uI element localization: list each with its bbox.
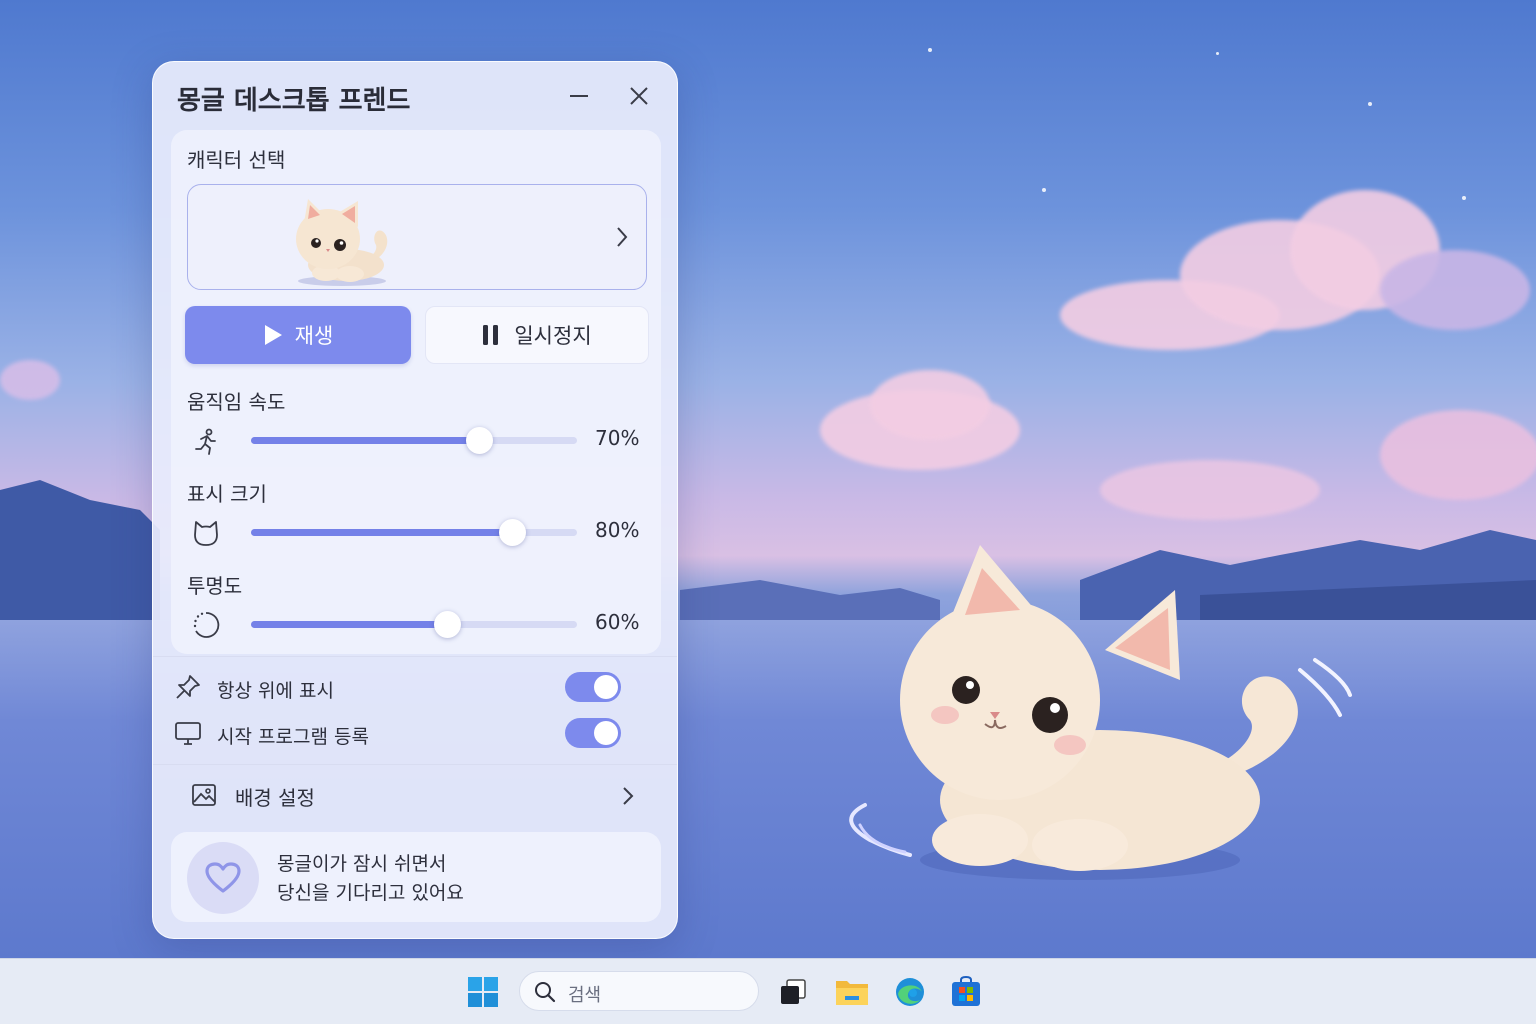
image-icon (192, 784, 216, 806)
character-thumbnail (296, 199, 388, 286)
size-slider-row: 80% (171, 512, 661, 552)
file-explorer-icon (836, 981, 868, 1005)
start-button[interactable] (463, 972, 503, 1012)
pause-button[interactable]: 일시정지 (425, 306, 649, 364)
cat-face-icon (189, 516, 223, 550)
toggle-knob (594, 675, 618, 699)
minimize-icon (570, 95, 588, 97)
divider (153, 764, 677, 765)
store-icon (952, 976, 980, 1006)
slider-thumb[interactable] (433, 611, 461, 638)
opacity-slider-row: 60% (171, 604, 661, 644)
taskbar: 검색 (0, 958, 1536, 1024)
startup-toggle[interactable] (565, 718, 621, 748)
speed-value: 70% (595, 426, 640, 450)
task-view-button[interactable] (773, 972, 813, 1012)
character-section-label: 캐릭터 선택 (187, 148, 286, 172)
monitor-icon (175, 722, 201, 745)
slider-fill (251, 529, 512, 536)
file-explorer-button[interactable] (832, 972, 872, 1012)
star (1462, 196, 1466, 200)
running-person-icon (189, 424, 223, 458)
status-message-line1: 몽글이가 잠시 쉬면서 (277, 853, 447, 875)
minimize-button[interactable] (559, 78, 599, 114)
close-icon (630, 87, 648, 105)
slider-fill (251, 437, 480, 444)
close-button[interactable] (619, 78, 659, 114)
edge-browser-button[interactable] (890, 972, 930, 1012)
windows-start-icon (468, 977, 498, 1007)
play-button[interactable]: 재생 (185, 306, 411, 364)
title-bar[interactable]: 몽글 데스크톱 프렌드 (153, 62, 677, 128)
slider-fill (251, 621, 447, 628)
star (1368, 102, 1372, 106)
play-label: 재생 (294, 324, 334, 348)
speed-slider[interactable] (251, 427, 577, 454)
size-label: 표시 크기 (187, 482, 267, 506)
task-view-icon (781, 979, 806, 1004)
controls-card: 캐릭터 선택 재생 일시정지 움직임 속도 70% 표시 크기 80% 투명도 … (171, 130, 661, 654)
opacity-slider[interactable] (251, 611, 577, 638)
desktop-friend-panel: 몽글 데스크톱 프렌드 캐릭터 선택 재생 일시정지 움직임 속도 70% 표시… (152, 61, 678, 939)
opacity-label: 투명도 (187, 574, 243, 598)
play-icon (264, 325, 282, 345)
always-on-top-toggle[interactable] (565, 672, 621, 702)
size-value: 80% (595, 518, 640, 542)
star (1216, 52, 1219, 55)
status-message-line2: 당신을 기다리고 있어요 (277, 882, 464, 904)
star (1042, 188, 1046, 192)
slider-thumb[interactable] (466, 427, 494, 454)
heart-icon (205, 862, 241, 893)
taskbar-search[interactable]: 검색 (519, 971, 759, 1011)
startup-label: 시작 프로그램 등록 (217, 726, 369, 748)
chevron-right-icon (623, 787, 634, 805)
pause-icon (483, 325, 499, 345)
slider-thumb[interactable] (498, 519, 526, 546)
star (928, 48, 932, 52)
heart-badge (187, 842, 259, 914)
background-settings-row[interactable]: 배경 설정 (153, 768, 677, 820)
status-message-card: 몽글이가 잠시 쉬면서 당신을 기다리고 있어요 (171, 832, 661, 922)
speed-label: 움직임 속도 (187, 390, 286, 414)
always-on-top-row: 항상 위에 표시 (153, 668, 677, 708)
speed-slider-row: 70% (171, 420, 661, 460)
always-on-top-label: 항상 위에 표시 (217, 680, 334, 702)
pin-icon (176, 675, 200, 699)
size-slider[interactable] (251, 519, 577, 546)
edge-browser-icon (896, 978, 924, 1006)
startup-row: 시작 프로그램 등록 (153, 714, 677, 754)
desktop-cat-character[interactable] (830, 530, 1370, 890)
opacity-value: 60% (595, 610, 640, 634)
background-settings-label: 배경 설정 (235, 786, 315, 810)
status-message: 몽글이가 잠시 쉬면서 당신을 기다리고 있어요 (277, 850, 464, 908)
pause-label: 일시정지 (514, 324, 592, 348)
character-selector[interactable] (187, 184, 647, 290)
chevron-right-icon (617, 227, 628, 247)
toggle-knob (594, 721, 618, 745)
search-icon (535, 982, 556, 1003)
store-button[interactable] (946, 972, 986, 1012)
window-title: 몽글 데스크톱 프렌드 (177, 86, 411, 116)
divider (153, 656, 677, 657)
search-placeholder: 검색 (568, 985, 602, 1006)
dotted-circle-icon (189, 608, 223, 642)
